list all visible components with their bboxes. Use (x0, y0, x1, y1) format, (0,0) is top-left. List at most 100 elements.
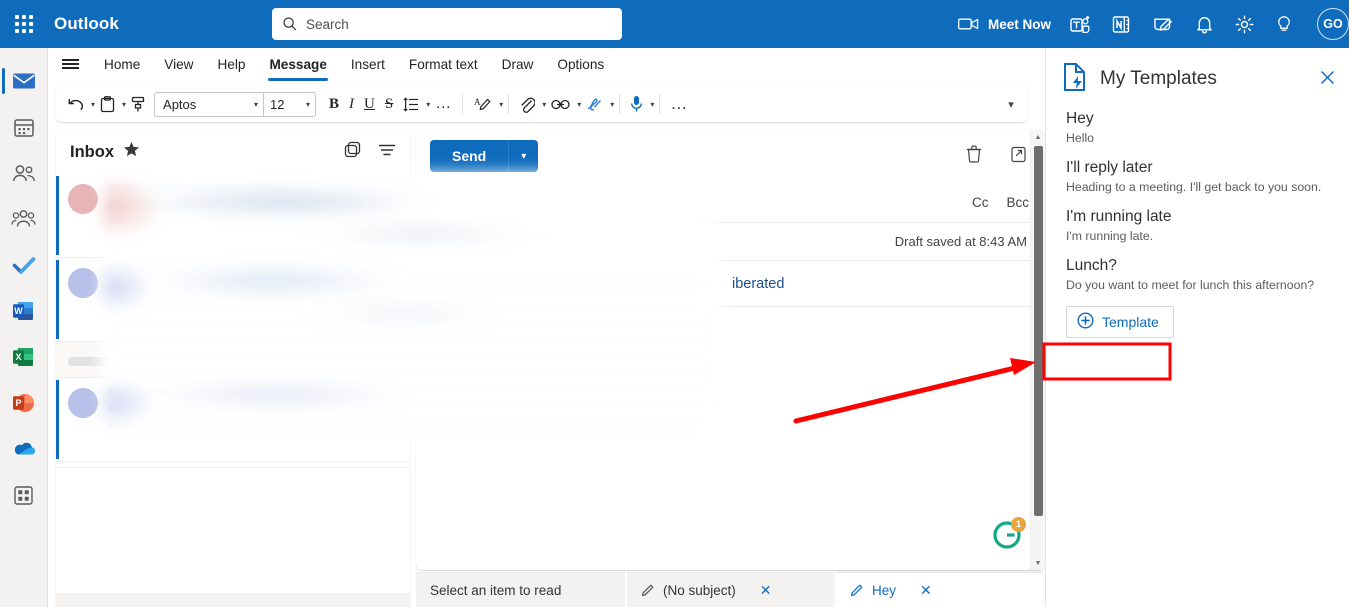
compose-header-actions (966, 145, 1027, 168)
tab-reading-pane[interactable]: Select an item to read (416, 572, 625, 607)
scroll-up-arrow-icon[interactable]: ▲ (1031, 130, 1045, 144)
tab-draft-no-subject[interactable]: (No subject) ✕ (627, 572, 834, 607)
discard-draft-button[interactable] (966, 145, 982, 168)
send-button[interactable]: Send (430, 140, 509, 172)
account-button[interactable]: GO (1303, 8, 1349, 40)
font-family-caret-icon: ▾ (254, 99, 259, 109)
left-rail: W X P (0, 48, 48, 607)
paste-button[interactable] (95, 90, 120, 118)
template-lightning-icon (1062, 62, 1088, 97)
apps-grid-icon (14, 485, 33, 505)
list-item[interactable] (56, 258, 410, 342)
highlight-caret-icon[interactable]: ▾ (499, 100, 503, 109)
font-family-select[interactable]: Aptos ▾ (155, 93, 263, 116)
cc-button[interactable]: Cc (972, 195, 989, 210)
subject-field-row[interactable]: iberated (416, 261, 1045, 307)
sidebar-item-calendar[interactable] (0, 104, 48, 150)
tab-draw[interactable]: Draw (492, 52, 544, 77)
message-body-editor[interactable]: 1 (416, 307, 1045, 557)
message-list-header: Inbox (56, 130, 410, 174)
font-size-select[interactable]: 12 ▾ (263, 92, 315, 116)
search-input[interactable]: Search (306, 17, 349, 32)
gear-icon (1235, 15, 1254, 33)
collapse-ribbon-button[interactable]: ▾ (998, 86, 1022, 122)
compose-pane: Send ▾ Cc Bcc Draft saved at 8:43 AM ibe… (416, 130, 1045, 570)
scroll-down-arrow-icon[interactable]: ▼ (1031, 556, 1045, 570)
text-highlight-button[interactable]: A (468, 90, 497, 118)
sidebar-item-excel[interactable]: X (0, 334, 48, 380)
tab-home[interactable]: Home (94, 52, 150, 77)
list-item[interactable] (56, 174, 410, 258)
templates-header: My Templates (1046, 48, 1349, 110)
signature-caret-icon[interactable]: ▾ (610, 100, 614, 109)
template-item[interactable]: I'm running late I'm running late. (1046, 208, 1349, 243)
sidebar-item-people[interactable] (0, 150, 48, 196)
help-tips-button[interactable] (1265, 0, 1303, 48)
more-paragraph-button[interactable]: … (430, 90, 457, 118)
sidebar-item-all-apps[interactable] (0, 472, 48, 518)
undo-button[interactable] (62, 90, 89, 118)
camera-icon (958, 18, 979, 30)
template-item[interactable]: I'll reply later Heading to a meeting. I… (1046, 159, 1349, 194)
format-painter-button[interactable] (126, 90, 150, 118)
sidebar-item-todo[interactable] (0, 242, 48, 288)
tab-view[interactable]: View (154, 52, 203, 77)
meet-now-button[interactable]: Meet Now (948, 0, 1059, 48)
template-description: I'm running late. (1066, 229, 1154, 243)
notes-button[interactable] (1142, 0, 1185, 48)
bcc-button[interactable]: Bcc (1006, 195, 1029, 210)
tab-insert[interactable]: Insert (341, 52, 395, 77)
to-field-row[interactable]: Cc Bcc (416, 182, 1045, 223)
conversation-view-button[interactable] (344, 141, 362, 164)
line-spacing-button[interactable] (398, 90, 424, 118)
filter-button[interactable] (378, 143, 396, 162)
meet-now-label: Meet Now (987, 16, 1051, 32)
italic-button[interactable]: I (344, 90, 359, 118)
popout-button[interactable] (1010, 145, 1027, 168)
sidebar-item-onedrive[interactable] (0, 426, 48, 472)
tab-options[interactable]: Options (547, 52, 614, 77)
signature-button[interactable] (581, 90, 608, 118)
scrollbar-thumb[interactable] (1034, 146, 1043, 516)
dictate-button[interactable] (625, 90, 648, 118)
template-item[interactable]: Hey Hello (1046, 110, 1349, 145)
dictate-caret-icon[interactable]: ▾ (650, 100, 654, 109)
add-template-button[interactable]: Template (1066, 306, 1174, 338)
compose-scrollbar[interactable]: ▲ ▼ (1030, 130, 1045, 570)
settings-button[interactable] (1224, 0, 1265, 48)
app-brand-outlook[interactable]: Outlook (54, 14, 119, 34)
signature-icon (588, 98, 602, 111)
bell-icon (1197, 16, 1212, 33)
more-options-button[interactable]: … (665, 90, 693, 118)
app-launcher-button[interactable] (0, 0, 48, 48)
sidebar-item-groups[interactable] (0, 196, 48, 242)
calendar-icon (13, 118, 34, 137)
close-icon[interactable]: ✕ (760, 582, 772, 599)
notifications-button[interactable] (1185, 0, 1224, 48)
menu-toggle-button[interactable] (48, 48, 92, 80)
draft-status-row: Draft saved at 8:43 AM (416, 223, 1045, 261)
insert-link-button[interactable] (546, 90, 575, 118)
grammarly-status-icon[interactable]: 1 (993, 517, 1026, 549)
onenote-button[interactable] (1101, 0, 1142, 48)
tab-format-text[interactable]: Format text (399, 52, 488, 77)
sidebar-item-powerpoint[interactable]: P (0, 380, 48, 426)
sidebar-item-word[interactable]: W (0, 288, 48, 334)
teams-button[interactable] (1059, 0, 1101, 48)
close-icon[interactable] (1320, 70, 1335, 90)
template-item[interactable]: Lunch? Do you want to meet for lunch thi… (1046, 257, 1349, 292)
attach-button[interactable] (514, 90, 540, 118)
underline-button[interactable]: U (359, 90, 380, 118)
tab-help[interactable]: Help (207, 52, 255, 77)
list-item[interactable] (56, 378, 410, 462)
close-icon[interactable]: ✕ (920, 582, 932, 599)
paste-icon (100, 95, 115, 112)
tab-message[interactable]: Message (259, 52, 336, 81)
star-icon[interactable] (123, 141, 140, 163)
sidebar-item-mail[interactable] (0, 58, 48, 104)
tab-draft-hey[interactable]: Hey ✕ (836, 572, 1043, 607)
strikethrough-button[interactable]: S (380, 90, 398, 118)
bold-button[interactable]: B (324, 90, 344, 118)
send-options-button[interactable]: ▾ (508, 140, 539, 172)
search-box[interactable]: Search (272, 8, 622, 40)
